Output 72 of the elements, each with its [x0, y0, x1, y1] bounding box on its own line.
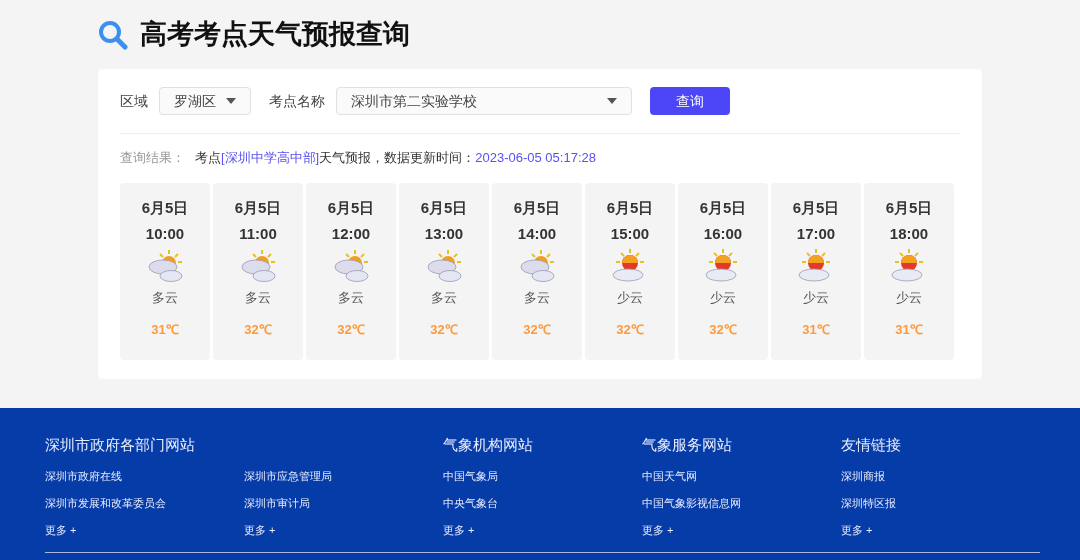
- weather-condition: 少云: [803, 288, 829, 307]
- footer-heading: 深圳市政府各部门网站: [45, 434, 196, 455]
- temperature: 32℃: [616, 321, 644, 339]
- footer-link[interactable]: 更多 +: [841, 521, 1040, 538]
- temperature: 32℃: [709, 321, 737, 339]
- forecast-time: 17:00: [796, 223, 836, 244]
- temperature: 32℃: [430, 321, 458, 339]
- footer-link[interactable]: 更多 +: [443, 521, 642, 538]
- site-dropdown[interactable]: 深圳市第二实验学校: [336, 87, 632, 115]
- forecast-date: 6月5日: [885, 197, 933, 218]
- footer-heading: 气象机构网站: [443, 434, 534, 455]
- footer-link[interactable]: 更多 +: [244, 521, 443, 538]
- forecast-time: 14:00: [517, 223, 557, 244]
- forecast-date: 6月5日: [141, 197, 189, 218]
- forecast-time: 12:00: [331, 223, 371, 244]
- footer-link[interactable]: 中国气象局: [443, 467, 642, 484]
- temperature: 31℃: [895, 321, 923, 339]
- footer-link[interactable]: 深圳市应急管理局: [244, 467, 443, 484]
- footer-link[interactable]: 更多 +: [45, 521, 244, 538]
- query-button[interactable]: 查询: [650, 87, 730, 115]
- temperature: 32℃: [244, 321, 272, 339]
- weather-condition: 多云: [338, 288, 364, 307]
- forecast-time: 16:00: [703, 223, 743, 244]
- temperature: 31℃: [151, 321, 179, 339]
- forecast-time: 13:00: [424, 223, 464, 244]
- footer-link[interactable]: 更多 +: [642, 521, 841, 538]
- temperature: 31℃: [802, 321, 830, 339]
- footer-heading: 友情链接: [841, 434, 902, 455]
- sun-behind-clouds-icon: [145, 247, 185, 284]
- sun-behind-clouds-icon: [331, 247, 371, 284]
- weather-condition: 少云: [710, 288, 736, 307]
- region-label: 区域: [120, 91, 148, 111]
- footer-link[interactable]: 深圳商报: [841, 467, 1040, 484]
- footer-link[interactable]: 深圳特区报: [841, 494, 1040, 511]
- weather-condition: 多云: [431, 288, 457, 307]
- footer-link[interactable]: 深圳市发展和改革委员会: [45, 494, 244, 511]
- footer-link[interactable]: 中央气象台: [443, 494, 642, 511]
- region-dropdown[interactable]: 罗湖区: [159, 87, 251, 115]
- search-icon: [98, 19, 128, 50]
- weather-condition: 少云: [896, 288, 922, 307]
- footer-link[interactable]: 深圳市政府在线: [45, 467, 244, 484]
- school-link[interactable]: [深圳中学高中部]: [221, 150, 320, 165]
- footer-heading: 气象服务网站: [642, 434, 733, 455]
- forecast-time: 15:00: [610, 223, 650, 244]
- forecast-date: 6月5日: [699, 197, 747, 218]
- sun-behind-clouds-icon: [517, 247, 557, 284]
- footer-link[interactable]: 中国气象影视信息网: [642, 494, 841, 511]
- forecast-date: 6月5日: [234, 197, 282, 218]
- caret-icon: [607, 98, 617, 104]
- sun-behind-clouds-icon: [238, 247, 278, 284]
- result-sentence: 考点[深圳中学高中部]天气预报，数据更新时间：2023-06-05 05:17:28: [195, 149, 596, 167]
- page-title: 高考考点天气预报查询: [140, 18, 410, 52]
- site-name-label: 考点名称: [269, 91, 325, 111]
- forecast-date: 6月5日: [513, 197, 561, 218]
- forecast-date: 6月5日: [420, 197, 468, 218]
- footer-link[interactable]: 深圳市审计局: [244, 494, 443, 511]
- weather-condition: 多云: [152, 288, 178, 307]
- weather-condition: 多云: [245, 288, 271, 307]
- caret-icon: [226, 98, 236, 104]
- result-label: 查询结果：: [120, 149, 185, 167]
- forecast-time: 10:00: [145, 223, 185, 244]
- forecast-date: 6月5日: [327, 197, 375, 218]
- sun-behind-clouds-icon: [424, 247, 464, 284]
- footer-link[interactable]: 中国天气网: [642, 467, 841, 484]
- forecast-date: 6月5日: [606, 197, 654, 218]
- weather-condition: 多云: [524, 288, 550, 307]
- temperature: 32℃: [523, 321, 551, 339]
- forecast-time: 11:00: [239, 223, 277, 244]
- forecast-date: 6月5日: [792, 197, 840, 218]
- temperature: 32℃: [337, 321, 365, 339]
- forecast-time: 18:00: [889, 223, 929, 244]
- weather-condition: 少云: [617, 288, 643, 307]
